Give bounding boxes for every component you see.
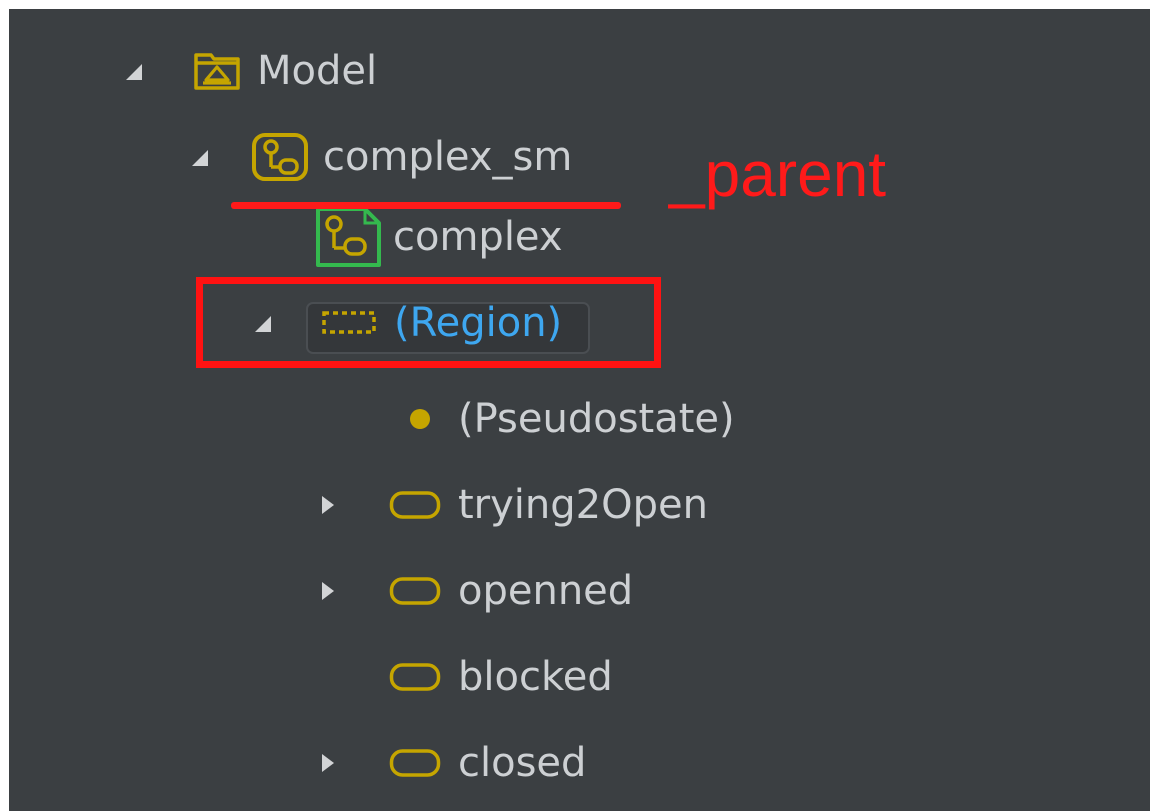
- annotation-label: _parent: [669, 138, 887, 210]
- tree-item-label: trying2Open: [458, 482, 708, 528]
- tree-item-state[interactable]: closed: [9, 723, 1009, 803]
- state-icon: [389, 662, 445, 692]
- expand-triangle-icon[interactable]: [315, 493, 339, 517]
- expand-triangle-icon[interactable]: [315, 751, 339, 775]
- annotation-highlight-box: [196, 277, 661, 368]
- tree-item-label: closed: [458, 740, 587, 786]
- state-machine-icon: [252, 133, 308, 181]
- model-explorer-panel: Model complex_sm complex (Region) (Pseud…: [9, 9, 1150, 811]
- tree-item-state[interactable]: trying2Open: [9, 465, 1009, 545]
- collapse-triangle-icon[interactable]: [121, 59, 145, 83]
- expand-triangle-icon[interactable]: [315, 579, 339, 603]
- state-icon: [389, 748, 445, 778]
- tree-item-state[interactable]: openned: [9, 551, 1009, 631]
- collapse-triangle-icon[interactable]: [187, 145, 211, 169]
- tree-item-label: blocked: [458, 654, 613, 700]
- tree-item-label: complex: [393, 214, 563, 260]
- state-machine-diagram-icon: [315, 206, 383, 268]
- tree-item-pseudostate[interactable]: (Pseudostate): [9, 379, 1009, 459]
- pseudostate-dot-icon: [408, 407, 432, 431]
- tree-item-state[interactable]: blocked: [9, 637, 1009, 717]
- tree-item-model[interactable]: Model: [9, 31, 1009, 111]
- state-icon: [389, 576, 445, 606]
- package-icon: [193, 51, 241, 91]
- annotation-underline: [231, 202, 621, 209]
- tree-item-label: (Pseudostate): [458, 396, 735, 442]
- tree-item-label: Model: [257, 48, 378, 94]
- tree-item-label: complex_sm: [323, 134, 573, 180]
- tree-item-label: openned: [458, 568, 634, 614]
- state-icon: [389, 490, 445, 520]
